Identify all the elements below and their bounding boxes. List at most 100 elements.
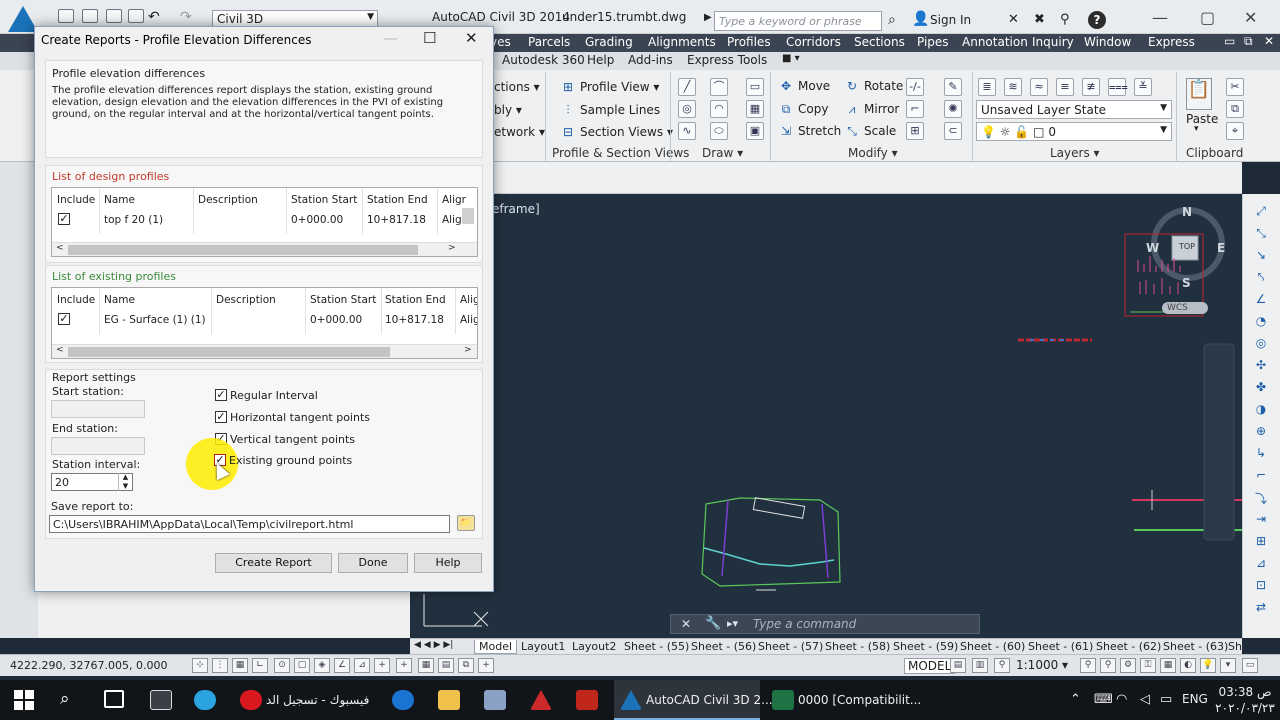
scale-button[interactable]: ⤡ Scale (844, 124, 896, 139)
panel-title-layers[interactable]: Layers ▾ (1050, 146, 1100, 160)
tab-parcels[interactable]: Parcels (528, 35, 570, 49)
boundary-icon[interactable]: ▣ (746, 122, 764, 140)
quick-view-drawings-icon[interactable]: ▥ (972, 658, 988, 673)
scroll-left-icon[interactable]: < (56, 345, 64, 355)
offset-icon[interactable]: ⊂ (944, 122, 962, 140)
panel-title-profile-section[interactable]: Profile & Section Views (552, 146, 689, 160)
task-view-icon[interactable] (104, 690, 124, 708)
store-icon[interactable] (150, 690, 172, 710)
lightbulb-status-icon[interactable]: 💡 (1200, 658, 1216, 673)
tab-corridors[interactable]: Corridors (786, 35, 841, 49)
search-icon[interactable]: ⌕ (60, 689, 70, 709)
tool-icon-9[interactable]: ✤ (1252, 380, 1270, 396)
command-history-icon[interactable]: ▸▾ (727, 617, 738, 630)
viewcube-east[interactable]: E (1217, 241, 1225, 255)
viewcube-top-label[interactable]: TOP (1179, 242, 1195, 251)
sign-in-link[interactable]: Sign In (930, 13, 971, 27)
tool-icon-10[interactable]: ◑ (1252, 402, 1270, 418)
current-layer-select[interactable]: 💡 ☼ 🔓 □ 0 ▼ (976, 122, 1172, 141)
workspace-switching-icon[interactable]: ⚙ (1120, 658, 1136, 673)
col-name[interactable]: Name (104, 294, 135, 306)
infer-constraints-icon[interactable]: ⊹ (192, 658, 208, 673)
vertical-scrollbar[interactable] (462, 208, 474, 224)
paste-icon[interactable]: 📋 (1186, 78, 1212, 110)
station-end[interactable]: 10+817.18 (367, 214, 426, 226)
ribbon-options-icon[interactable]: ■ ▾ (782, 53, 800, 64)
tab-sheet-59[interactable]: Sheet - (59) (893, 640, 958, 653)
hardware-accel-icon[interactable]: ▦ (1160, 658, 1176, 673)
regular-interval-label[interactable]: Regular Interval (230, 389, 318, 402)
open-file-icon[interactable] (82, 9, 98, 23)
windows-start-icon[interactable] (14, 690, 34, 710)
tab-layout1[interactable]: Layout1 (521, 640, 565, 653)
tab-sheet-partial[interactable]: Sh (1228, 640, 1242, 653)
spline-icon[interactable]: ∿ (678, 122, 696, 140)
autocad-pinned-icon[interactable] (530, 690, 552, 710)
status-menu-icon[interactable]: ▾ (1220, 658, 1236, 673)
polar-tracking-icon[interactable]: ⊙ (274, 658, 290, 673)
command-input[interactable]: Type a command (753, 617, 856, 631)
tab-pipes[interactable]: Pipes (917, 35, 949, 49)
horizontal-scrollbar[interactable]: < > (52, 242, 477, 256)
arc-icon[interactable]: ◠ (710, 100, 728, 118)
tool-icon-1[interactable]: ⤢ (1252, 204, 1270, 220)
mirror-button[interactable]: ⩘ Mirror (844, 102, 900, 117)
paste-button[interactable]: Paste (1186, 112, 1218, 126)
col-include[interactable]: Include (57, 294, 95, 306)
model-space-toggle[interactable]: MODEL (904, 658, 956, 674)
tab-sheet-60[interactable]: Sheet - (60) (960, 640, 1025, 653)
horizontal-tangent-checkbox[interactable]: ✓ (215, 411, 227, 423)
layer-state-select[interactable]: Unsaved Layer State ▼ (976, 100, 1172, 119)
array-icon[interactable]: ⊞ (906, 122, 924, 140)
paste-dropdown-icon[interactable]: ▾ (1194, 124, 1199, 134)
command-line[interactable]: ✕ 🔧 ▸▾ Type a command (670, 614, 980, 634)
station-end[interactable]: 10+817.18 (385, 314, 444, 326)
done-button[interactable]: Done (338, 553, 408, 573)
tool-icon-18[interactable]: ⊡ (1252, 578, 1270, 594)
taskbar-item-autocad[interactable]: AutoCAD Civil 3D 2... (646, 693, 773, 707)
telegram-icon[interactable] (194, 690, 216, 710)
col-include[interactable]: Include (57, 194, 95, 206)
search-icon[interactable]: ⌕ (888, 12, 896, 28)
vertical-tangent-label[interactable]: Vertical tangent points (230, 433, 355, 446)
ellipse-icon[interactable]: ⬭ (710, 122, 728, 140)
tab-sections[interactable]: Sections (854, 35, 905, 49)
tab-sheet-61[interactable]: Sheet - (61) (1028, 640, 1093, 653)
dialog-maximize-icon[interactable]: ☐ (423, 29, 436, 47)
explode-icon[interactable]: ✺ (944, 100, 962, 118)
tool-icon-11[interactable]: ⊕ (1252, 424, 1270, 440)
lineweight-icon[interactable]: + (396, 658, 412, 673)
col-alignment[interactable]: Aligr (442, 194, 466, 206)
tool-icon-5[interactable]: ∠ (1252, 292, 1270, 308)
col-name[interactable]: Name (104, 194, 135, 206)
help-button[interactable]: ? (1088, 11, 1106, 29)
station-interval-input[interactable]: 20 ▲ ▼ (51, 473, 133, 491)
edge-icon[interactable] (392, 690, 414, 710)
close-icon[interactable]: ✕ (681, 617, 691, 631)
transparency-icon[interactable]: ▦ (418, 658, 434, 673)
language-indicator[interactable]: ENG (1182, 692, 1208, 706)
print-icon[interactable] (128, 9, 144, 23)
scroll-right-icon[interactable]: > (464, 345, 472, 355)
alignment[interactable]: Alig (460, 314, 477, 326)
otrack-icon[interactable]: ∠ (334, 658, 350, 673)
wrench-icon[interactable]: 🔧 (705, 616, 721, 631)
network-app-icon[interactable] (484, 690, 506, 710)
tool-icon-17[interactable]: ⊿ (1252, 556, 1270, 572)
ribbon-minimize-icon[interactable]: ▭ (1224, 34, 1235, 48)
end-station-input[interactable] (51, 437, 145, 455)
opera-icon[interactable] (240, 690, 262, 710)
tray-expand-icon[interactable]: ⌃ (1070, 692, 1081, 707)
tab-inquiry[interactable]: Inquiry (1032, 35, 1074, 49)
expand-arrow-icon[interactable]: ▶ (704, 12, 712, 23)
tab-sheet-58[interactable]: Sheet - (58) (825, 640, 890, 653)
battery-icon[interactable]: ▭ (1160, 692, 1172, 707)
profile-name[interactable]: EG - Surface (1) (1) (104, 314, 206, 326)
osnap-icon[interactable]: ▢ (294, 658, 310, 673)
annotation-monitor-icon[interactable]: + (478, 658, 494, 673)
tab-profiles[interactable]: Profiles (727, 35, 771, 49)
interval-spinner[interactable]: ▲ ▼ (118, 473, 132, 491)
scroll-thumb[interactable] (68, 245, 418, 255)
horizontal-tangent-label[interactable]: Horizontal tangent points (230, 411, 370, 424)
grid-display-icon[interactable]: ▦ (232, 658, 248, 673)
